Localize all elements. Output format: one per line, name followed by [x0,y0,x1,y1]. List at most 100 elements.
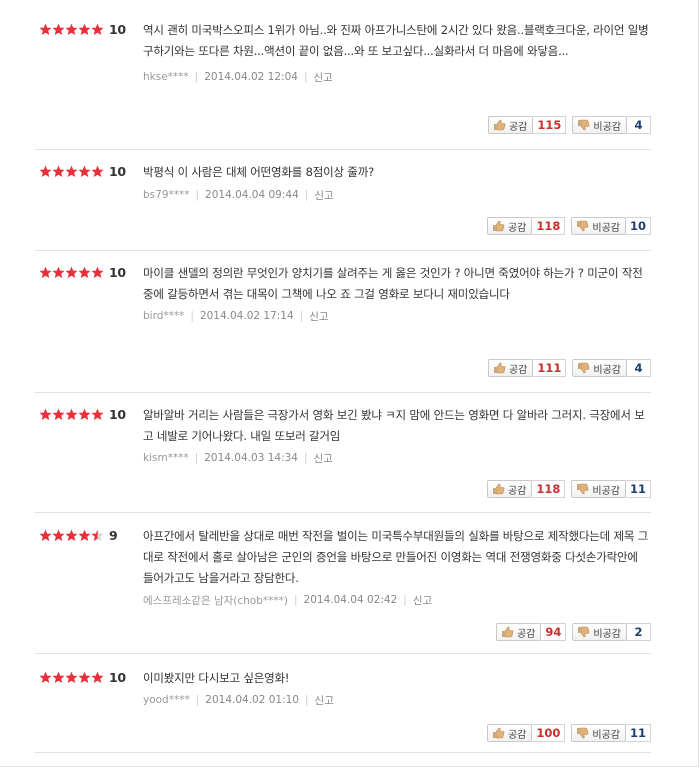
review-text: 아프간에서 탈레반을 상대로 매번 작전을 벌이는 미국특수부대원들의 실화를 … [143,529,649,585]
rating-score: 10 [109,21,126,37]
review-item: 10 박평식 이 사람은 대체 어떤영화를 8점이상 줄까? bs79**** … [35,162,651,251]
divider: | [195,694,200,706]
star-filled-icon [52,529,65,541]
review-author[interactable]: hkse**** [143,71,189,83]
unsympathy-button[interactable]: 비공감 [571,480,626,498]
review-date: 2014.04.04 02:42 [303,594,398,606]
sympathy-label: 공감 [507,222,527,234]
divider: | [304,189,309,201]
rating-score: 10 [109,669,126,685]
report-link[interactable]: 신고 [314,188,333,203]
unsympathy-button[interactable]: 비공감 [572,116,627,134]
review-actions: 공감 100 비공감 11 [486,723,651,743]
star-filled-icon [52,408,65,420]
sympathy-count: 111 [533,359,567,377]
star-filled-icon [39,529,52,541]
thumbs-up-icon [492,483,505,495]
divider: | [303,71,308,83]
sympathy-button[interactable]: 공감 [486,217,533,235]
review-author[interactable]: bird**** [143,310,184,322]
star-filled-icon [78,529,91,541]
review-actions: 공감 115 비공감 4 [487,115,651,135]
star-filled-icon [65,408,78,420]
rating-score: 10 [109,406,126,422]
review-date: 2014.04.02 12:04 [204,71,298,83]
rating: 10 [39,405,126,423]
review-item: 10 마이클 샌델의 정의란 무엇인가 양치기를 살려주는 게 옳은 것인가 ?… [35,263,651,393]
sympathy-button[interactable]: 공감 [486,480,533,498]
star-filled-icon [39,23,52,35]
unsympathy-button[interactable]: 비공감 [571,724,626,742]
review-item: 10 이미봤지만 다시보고 싶은영화! yood**** | 2014.04.0… [35,668,651,753]
review-text: 이미봤지만 다시보고 싶은영화! [143,671,290,685]
review-author[interactable]: 에스프레소같은 남자(chob****) [143,593,288,608]
unsympathy-count: 4 [627,116,651,134]
sympathy-count: 118 [532,480,566,498]
divider: | [194,452,199,464]
review-actions: 공감 111 비공감 4 [487,358,651,378]
sympathy-count: 94 [541,623,567,641]
review-actions: 공감 118 비공감 10 [486,216,651,236]
sympathy-label: 공감 [507,729,527,741]
unsympathy-button[interactable]: 비공감 [572,359,627,377]
star-filled-icon [65,529,78,541]
report-link[interactable]: 신고 [314,451,333,466]
report-link[interactable]: 신고 [313,70,332,85]
review-date: 2014.04.03 14:34 [204,452,298,464]
unsympathy-button[interactable]: 비공감 [572,623,627,641]
divider: | [303,452,308,464]
sympathy-button[interactable]: 공감 [487,359,534,377]
star-filled-icon [39,408,52,420]
thumbs-down-icon [577,727,589,739]
unsympathy-count: 11 [625,480,651,498]
star-filled-icon [52,266,65,278]
divider: | [299,310,304,322]
report-link[interactable]: 신고 [309,309,328,324]
review-author[interactable]: kism**** [143,452,189,464]
sympathy-button[interactable]: 공감 [486,724,533,742]
sympathy-count: 118 [532,217,566,235]
sympathy-label: 공감 [508,364,528,376]
star-rating [39,408,104,421]
review-date: 2014.04.02 17:14 [199,310,294,322]
star-filled-icon [91,408,104,420]
star-rating [39,23,104,36]
unsympathy-label: 비공감 [592,729,620,741]
rating: 10 [39,263,126,281]
rating-score: 9 [109,527,118,543]
star-filled-icon [39,165,52,177]
star-filled-icon [78,266,91,278]
sympathy-button[interactable]: 공감 [487,116,534,134]
sympathy-count: 100 [532,724,566,742]
report-link[interactable]: 신고 [413,593,432,608]
thumbs-down-icon [578,362,590,374]
review-item: 9 아프간에서 탈레반을 상대로 매번 작전을 벌이는 미국특수부대원들의 실화… [35,526,651,654]
unsympathy-label: 비공감 [592,485,620,497]
review-text: 역시 괜히 미국박스오피스 1위가 아님..와 진짜 아프가니스탄에 2시간 있… [143,23,649,58]
thumbs-down-icon [578,119,590,131]
divider: | [403,594,407,606]
rating-score: 10 [109,163,126,179]
report-link[interactable]: 신고 [315,693,334,708]
star-half-icon [91,529,104,541]
star-rating [39,165,104,178]
review-author[interactable]: yood**** [143,694,190,706]
star-filled-icon [65,23,78,35]
star-filled-icon [65,266,78,278]
unsympathy-label: 비공감 [593,628,621,640]
star-filled-icon [91,23,104,35]
star-filled-icon [52,671,65,683]
thumbs-up-icon [492,727,505,739]
sympathy-button[interactable]: 공감 [495,623,542,641]
unsympathy-button[interactable]: 비공감 [571,217,626,235]
review-date: 2014.04.04 09:44 [205,189,299,201]
star-filled-icon [78,23,91,35]
unsympathy-count: 4 [627,359,651,377]
thumbs-up-icon [493,362,506,374]
divider: | [195,189,200,201]
review-author[interactable]: bs79**** [143,189,190,201]
review-item: 10 알바알바 거리는 사람들은 극장가서 영화 보긴 봤냐 ㅋ지 맘에 안드는… [35,405,651,513]
unsympathy-count: 11 [625,724,651,742]
thumbs-up-icon [501,626,514,638]
unsympathy-count: 2 [627,623,651,641]
